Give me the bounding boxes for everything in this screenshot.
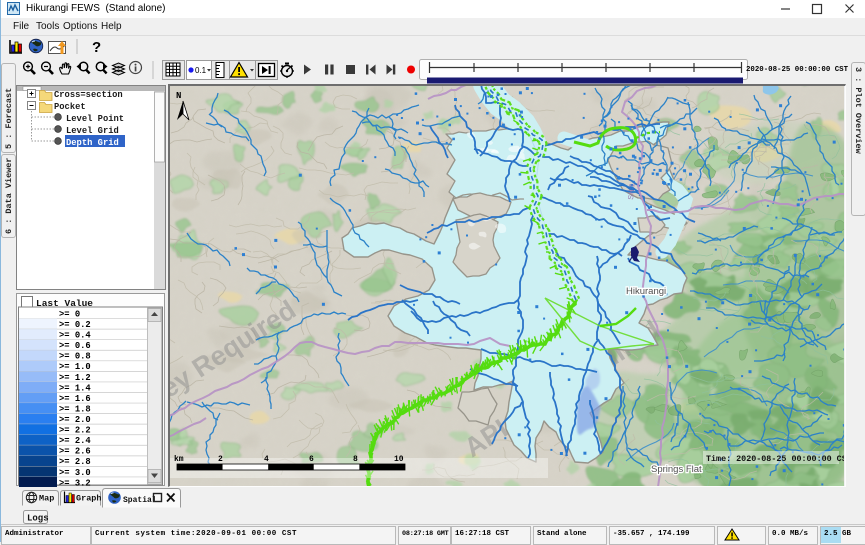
svg-text:km: km <box>174 455 184 464</box>
svg-text:>= 2.4: >= 2.4 <box>59 436 91 446</box>
svg-text:Cross=section: Cross=section <box>54 90 123 100</box>
svg-text:4: 4 <box>264 455 269 464</box>
svg-text:>= 3.0: >= 3.0 <box>59 468 91 478</box>
svg-text:Depth Grid: Depth Grid <box>66 138 119 148</box>
svg-text:N: N <box>176 91 181 101</box>
svg-text:>= 1.4: >= 1.4 <box>59 383 91 393</box>
svg-text:2020-08-25 00:00:00 CST: 2020-08-25 00:00:00 CST <box>746 66 849 74</box>
svg-text:>= 0.8: >= 0.8 <box>59 352 91 362</box>
svg-text:>= 2.2: >= 2.2 <box>59 426 91 436</box>
svg-text:Springs Flat: Springs Flat <box>651 464 702 475</box>
svg-text:>= 1.6: >= 1.6 <box>59 394 91 404</box>
svg-text:>= 2.8: >= 2.8 <box>59 457 91 467</box>
svg-text:Level Grid: Level Grid <box>66 126 119 136</box>
svg-text:Hikurangi: Hikurangi <box>626 286 666 297</box>
svg-text:Map: Map <box>39 494 54 504</box>
svg-text:Spatial: Spatial <box>123 496 157 505</box>
svg-text:>= 0.6: >= 0.6 <box>59 341 91 351</box>
svg-text:>= 0.4: >= 0.4 <box>59 331 91 341</box>
svg-text:SH 1: SH 1 <box>626 183 636 200</box>
svg-text:Pocket: Pocket <box>54 102 86 112</box>
svg-text:?: ? <box>92 39 101 56</box>
svg-text:Graph: Graph <box>76 494 102 504</box>
svg-text:2: 2 <box>218 455 223 464</box>
svg-text:Logs: Logs <box>27 514 49 524</box>
svg-text:Level Point: Level Point <box>66 114 124 124</box>
svg-text:8: 8 <box>353 455 358 464</box>
svg-text:>= 0: >= 0 <box>59 309 80 319</box>
svg-text:>= 1.8: >= 1.8 <box>59 404 91 414</box>
svg-text:10: 10 <box>394 455 404 464</box>
svg-text:Time: 2020-08-25 00:00:00 CST: Time: 2020-08-25 00:00:00 CST <box>706 454 844 464</box>
svg-text:>= 2.0: >= 2.0 <box>59 415 91 425</box>
svg-text:6: 6 <box>309 455 314 464</box>
svg-text:>= 1.0: >= 1.0 <box>59 362 91 372</box>
svg-text:>= 3.2: >= 3.2 <box>59 478 91 487</box>
svg-text:>= 2.6: >= 2.6 <box>59 447 91 457</box>
svg-text:>= 1.2: >= 1.2 <box>59 373 91 383</box>
svg-text:>= 0.2: >= 0.2 <box>59 320 91 330</box>
svg-text:0.1: 0.1 <box>195 66 207 75</box>
